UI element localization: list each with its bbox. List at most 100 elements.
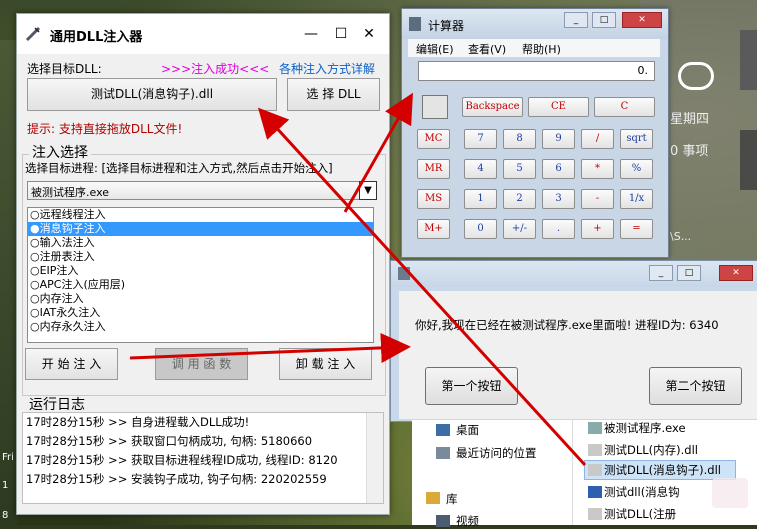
log-scrollbar[interactable]: [366, 413, 383, 503]
maximize-button[interactable]: □: [592, 12, 616, 28]
file-item[interactable]: 被测试程序.exe: [604, 420, 686, 436]
close-button[interactable]: ✕: [357, 22, 381, 46]
widget-block: [740, 30, 757, 90]
key-reciprocal[interactable]: 1/x: [620, 189, 653, 209]
log-panel[interactable]: 17时28分15秒 >> 自身进程载入DLL成功! 17时28分15秒 >> 获…: [22, 412, 384, 504]
side-text-2: 1: [2, 480, 9, 491]
dll-file-icon: [588, 508, 602, 520]
key-divide[interactable]: /: [581, 129, 614, 149]
menu-edit[interactable]: 编辑(E): [416, 41, 454, 57]
log-line: 17时28分15秒 >> 获取窗口句柄成功, 句柄: 5180660: [26, 434, 313, 448]
video-icon: [436, 515, 450, 527]
first-button[interactable]: 第一个按钮: [425, 367, 518, 405]
chevron-down-icon[interactable]: ▼: [359, 181, 377, 200]
exe-file-icon: [588, 422, 602, 434]
log-line: 17时28分15秒 >> 安装钩子成功, 钩子句柄: 220202559: [26, 472, 327, 486]
hint-text: 提示: 支持直接拖放DLL文件!: [27, 122, 183, 136]
methods-link[interactable]: 各种注入方式详解: [279, 60, 375, 77]
key-9[interactable]: 9: [542, 129, 575, 149]
key-8[interactable]: 8: [503, 129, 536, 149]
file-item[interactable]: 测试DLL(注册: [604, 506, 676, 522]
nav-desktop[interactable]: 桌面: [456, 422, 479, 438]
maximize-button[interactable]: □: [677, 265, 701, 281]
injector-titlebar[interactable]: 通用DLL注入器 — ☐ ✕: [17, 14, 389, 54]
close-button[interactable]: ✕: [719, 265, 753, 281]
mr-button[interactable]: MR: [417, 159, 450, 179]
mc-button[interactable]: MC: [417, 129, 450, 149]
key-sqrt[interactable]: sqrt: [620, 129, 653, 149]
watermark-logo: [712, 478, 748, 508]
injector-window: 通用DLL注入器 — ☐ ✕ 选择目标DLL: >>>注入成功<<< 各种注入方…: [16, 13, 390, 515]
menu-help[interactable]: 帮助(H): [522, 41, 561, 57]
group-title: 注入选择: [29, 142, 91, 162]
ms-button[interactable]: MS: [417, 189, 450, 209]
key-4[interactable]: 4: [464, 159, 497, 179]
unload-inject-button[interactable]: 卸 载 注 入: [279, 348, 372, 380]
select-dll-button[interactable]: 选 择 DLL: [287, 78, 380, 111]
minimize-button[interactable]: _: [649, 265, 673, 281]
minimize-button[interactable]: _: [564, 12, 588, 28]
dll-file-icon: [588, 464, 602, 476]
key-percent[interactable]: %: [620, 159, 653, 179]
dll-name-button[interactable]: 测试DLL(消息钩子).dll: [27, 78, 277, 111]
method-option[interactable]: ○EIP注入: [28, 264, 373, 278]
method-option[interactable]: ○APC注入(应用层): [28, 278, 373, 292]
target-dll-label: 选择目标DLL:: [27, 62, 102, 76]
weather-cloud-icon: [678, 62, 714, 90]
mplus-button[interactable]: M+: [417, 219, 450, 239]
nav-recent[interactable]: 最近访问的位置: [456, 445, 537, 461]
key-negate[interactable]: +/-: [503, 219, 536, 239]
recent-places-icon: [436, 447, 450, 459]
file-item-selected[interactable]: 测试DLL(消息钩子).dll: [604, 462, 721, 478]
key-decimal[interactable]: .: [542, 219, 575, 239]
maximize-button[interactable]: ☐: [329, 22, 353, 46]
key-1[interactable]: 1: [464, 189, 497, 209]
method-option[interactable]: ○内存注入: [28, 292, 373, 306]
key-5[interactable]: 5: [503, 159, 536, 179]
key-multiply[interactable]: *: [581, 159, 614, 179]
start-inject-button[interactable]: 开 始 注 入: [25, 348, 118, 380]
method-listbox[interactable]: ○远程线程注入 ●消息钩子注入 ○输入法注入 ○注册表注入 ○EIP注入 ○AP…: [27, 207, 374, 343]
message-box-body: 你好,我现在已经在被测试程序.exe里面啦! 进程ID为: 6340 第一个按钮…: [399, 291, 757, 419]
file-item[interactable]: 测试dll(消息钩: [604, 484, 680, 500]
key-3[interactable]: 3: [542, 189, 575, 209]
method-option[interactable]: ○远程线程注入: [28, 208, 373, 222]
key-2[interactable]: 2: [503, 189, 536, 209]
method-option[interactable]: ○IAT永久注入: [28, 306, 373, 320]
widget-weekday: 星期四: [670, 112, 710, 127]
method-option-selected[interactable]: ●消息钩子注入: [28, 222, 373, 236]
key-minus[interactable]: -: [581, 189, 614, 209]
message-text: 你好,我现在已经在被测试程序.exe里面啦! 进程ID为: 6340: [415, 318, 719, 332]
status-text: >>>注入成功<<<: [161, 62, 270, 76]
nav-video[interactable]: 视频: [456, 513, 479, 529]
method-option[interactable]: ○输入法注入: [28, 236, 373, 250]
library-folder-icon: [426, 492, 440, 504]
key-plus[interactable]: +: [581, 219, 614, 239]
calculator-titlebar[interactable]: 计算器 _ □ ✕: [402, 9, 668, 39]
widget-text: \S...: [670, 230, 692, 243]
file-item[interactable]: 测试DLL(内存).dll: [604, 442, 698, 458]
calculator-display: 0.: [418, 61, 655, 81]
key-equals[interactable]: =: [620, 219, 653, 239]
method-option[interactable]: ○内存永久注入: [28, 320, 373, 334]
key-7[interactable]: 7: [464, 129, 497, 149]
calculator-icon: [409, 17, 421, 31]
explorer-nav-pane: 桌面 最近访问的位置 库 视频: [412, 420, 573, 528]
key-0[interactable]: 0: [464, 219, 497, 239]
nav-library[interactable]: 库: [446, 491, 458, 507]
syringe-icon: [25, 26, 41, 42]
key-6[interactable]: 6: [542, 159, 575, 179]
clear-button[interactable]: C: [594, 97, 655, 117]
minimize-button[interactable]: —: [299, 22, 323, 46]
ce-button[interactable]: CE: [528, 97, 589, 117]
menu-view[interactable]: 查看(V): [468, 41, 506, 57]
second-button[interactable]: 第二个按钮: [649, 367, 742, 405]
call-function-button[interactable]: 调 用 函 数: [155, 348, 248, 380]
method-option[interactable]: ○注册表注入: [28, 250, 373, 264]
message-box-titlebar[interactable]: _ □ ✕: [391, 261, 757, 287]
target-process-label: 选择目标进程: [选择目标进程和注入方式,然后点击开始注入]: [25, 161, 333, 175]
process-value: 被测试程序.exe: [31, 186, 110, 199]
process-combobox[interactable]: 被测试程序.exe: [27, 181, 377, 200]
close-button[interactable]: ✕: [622, 12, 662, 28]
backspace-button[interactable]: Backspace: [462, 97, 523, 117]
